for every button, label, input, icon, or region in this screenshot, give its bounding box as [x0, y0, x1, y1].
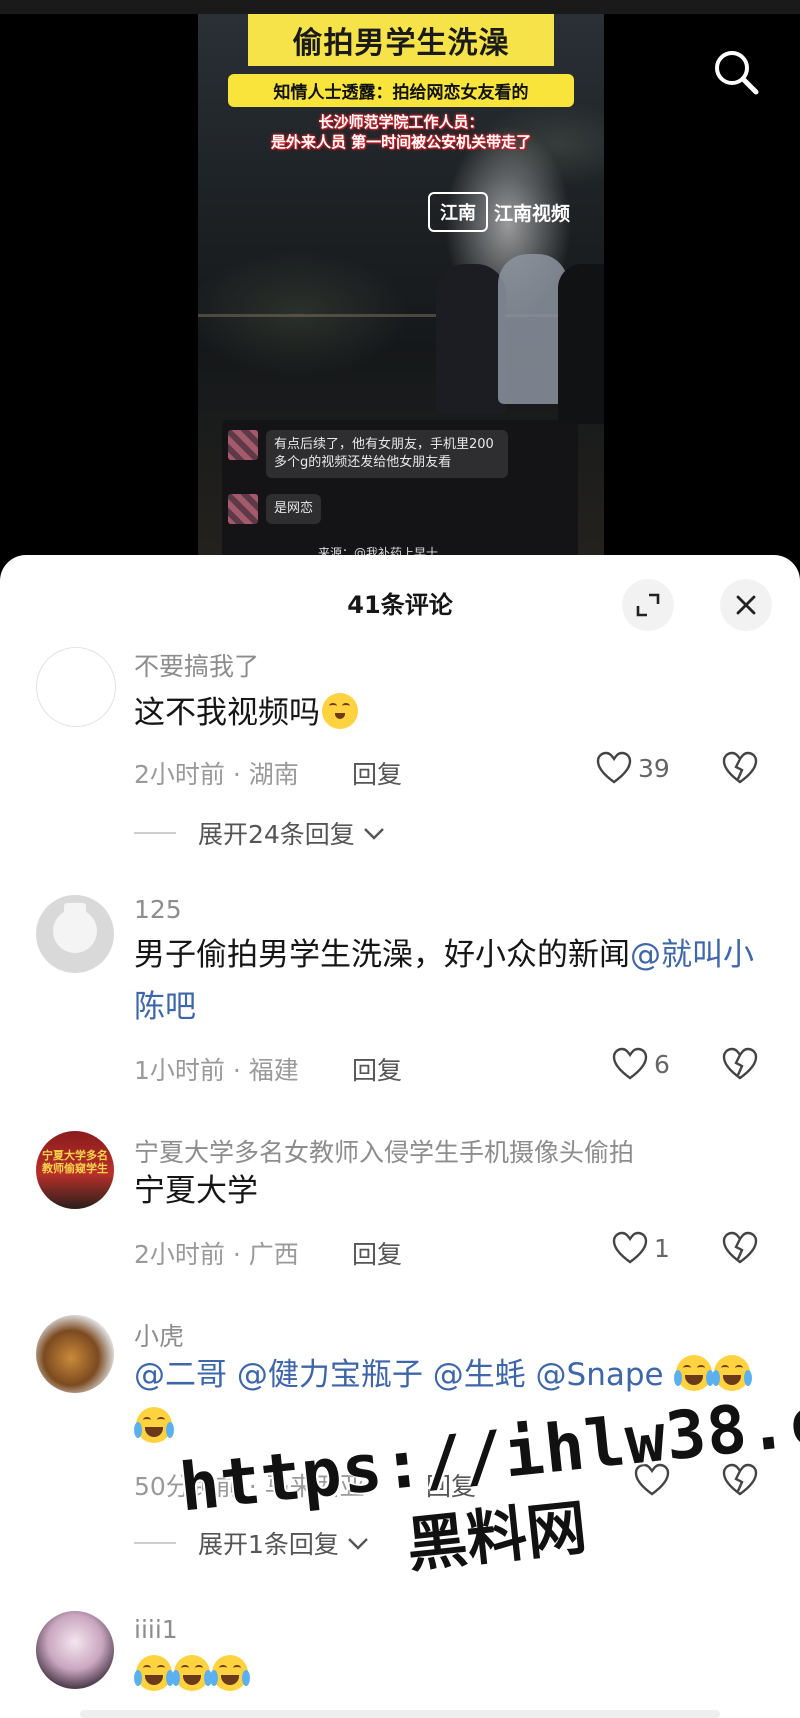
expand-replies-label: 展开24条回复: [198, 820, 355, 849]
video-caption: 长沙师范学院工作人员： 是外来人员 第一时间被公安机关带走了: [218, 112, 584, 152]
video-person: [558, 264, 604, 424]
crying-laughing-emoji-icon: [172, 1655, 212, 1691]
expand-replies[interactable]: 展开24条回复: [134, 815, 387, 851]
deleted-user-icon: [53, 903, 97, 953]
chevron-down-icon: [363, 828, 384, 840]
avatar[interactable]: [36, 1315, 114, 1393]
heart-icon: [612, 1047, 648, 1080]
avatar[interactable]: [36, 1611, 114, 1689]
avatar[interactable]: 宁夏大学多名教师偷窥学生: [36, 1131, 114, 1209]
close-button[interactable]: [720, 579, 772, 631]
video-subline: 知情人士透露：拍给网恋女友看的: [228, 74, 574, 107]
comment-time-location: 1小时前 · 福建: [134, 1056, 299, 1085]
dislike-button[interactable]: [722, 1231, 758, 1269]
comment-username[interactable]: iiii1: [134, 1615, 178, 1644]
expand-icon: [636, 593, 660, 617]
mention-links[interactable]: @二哥 @健力宝瓶子 @生蚝 @Snape: [134, 1357, 664, 1393]
reply-button[interactable]: 回复: [352, 755, 402, 791]
reply-button[interactable]: 回复: [352, 1051, 402, 1087]
like-count: 39: [638, 753, 670, 783]
brand-logo: 江南: [428, 192, 488, 232]
avatar[interactable]: [36, 895, 114, 973]
like-button[interactable]: 1: [612, 1231, 670, 1265]
emoji-icon: [322, 693, 358, 729]
dislike-button[interactable]: [722, 751, 758, 789]
video-person: [436, 264, 506, 414]
video-frame: 偷拍男学生洗澡 知情人士透露：拍给网恋女友看的 长沙师范学院工作人员： 是外来人…: [198, 14, 604, 570]
comment-text: 这不我视频吗: [134, 687, 774, 739]
broken-heart-icon: [722, 751, 758, 784]
divider: [134, 1542, 176, 1544]
comment-username[interactable]: 不要搞我了: [134, 647, 259, 683]
comment-time-location: 2小时前 · 广西: [134, 1240, 299, 1269]
broken-heart-icon: [722, 1231, 758, 1264]
video-caption-line1: 长沙师范学院工作人员：: [318, 113, 484, 131]
chat-screenshot: 有点后续了，他有女朋友，手机里200多个g的视频还发给他女朋友看 是网恋: [222, 420, 578, 558]
avatar[interactable]: [36, 647, 116, 727]
home-indicator: [80, 1710, 720, 1718]
chat-avatar: [228, 430, 258, 460]
like-count: 6: [654, 1049, 670, 1079]
crying-laughing-emoji-icon: [134, 1655, 174, 1691]
heart-icon: [612, 1231, 648, 1264]
comment-count-title: 41条评论: [347, 591, 453, 619]
video-caption-line2: 是外来人员 第一时间被公安机关带走了: [270, 133, 532, 151]
crying-laughing-emoji-icon: [673, 1355, 714, 1391]
chat-bubble: 是网恋: [266, 494, 322, 524]
expand-sheet-button[interactable]: [622, 579, 674, 631]
reply-button[interactable]: 回复: [352, 1235, 402, 1271]
comment-time-location: 2小时前 · 湖南: [134, 760, 299, 789]
crying-laughing-emoji-icon: [711, 1355, 752, 1391]
broken-heart-icon: [722, 1047, 758, 1080]
comment-username[interactable]: 宁夏大学多名女教师入侵学生手机摄像头偷拍: [134, 1133, 634, 1169]
comment-text: 宁夏大学: [134, 1173, 258, 1209]
crying-laughing-emoji-icon: [210, 1655, 250, 1691]
status-bar: [0, 0, 800, 14]
brand-watermark: 江南 江南视频: [428, 192, 570, 232]
search-icon[interactable]: [708, 44, 764, 100]
heart-icon: [596, 751, 632, 784]
like-count: 1: [654, 1233, 670, 1263]
close-icon: [736, 595, 756, 615]
comment-username[interactable]: 125: [134, 895, 182, 924]
comment-username[interactable]: 小虎: [134, 1317, 184, 1353]
divider: [134, 832, 176, 834]
chat-bubble: 有点后续了，他有女朋友，手机里200多个g的视频还发给他女朋友看: [266, 430, 508, 478]
comment-text: [134, 1649, 774, 1701]
avatar-text: 宁夏大学多名教师偷窥学生: [42, 1149, 108, 1175]
video-player[interactable]: 偷拍男学生洗澡 知情人士透露：拍给网恋女友看的 长沙师范学院工作人员： 是外来人…: [0, 0, 800, 570]
dislike-button[interactable]: [722, 1047, 758, 1085]
like-button[interactable]: 39: [596, 751, 670, 785]
brand-name: 江南视频: [494, 202, 571, 225]
crying-laughing-emoji-icon: [134, 1407, 174, 1443]
comment-text-body: 男子偷拍男学生洗澡，好小众的新闻: [134, 937, 630, 973]
video-headline: 偷拍男学生洗澡: [248, 14, 554, 66]
comment-text-body: 这不我视频吗: [134, 695, 320, 731]
chat-avatar: [228, 494, 258, 524]
comment-text: 男子偷拍男学生洗澡，好小众的新闻@就叫小陈吧: [134, 929, 774, 1033]
like-button[interactable]: 6: [612, 1047, 670, 1081]
